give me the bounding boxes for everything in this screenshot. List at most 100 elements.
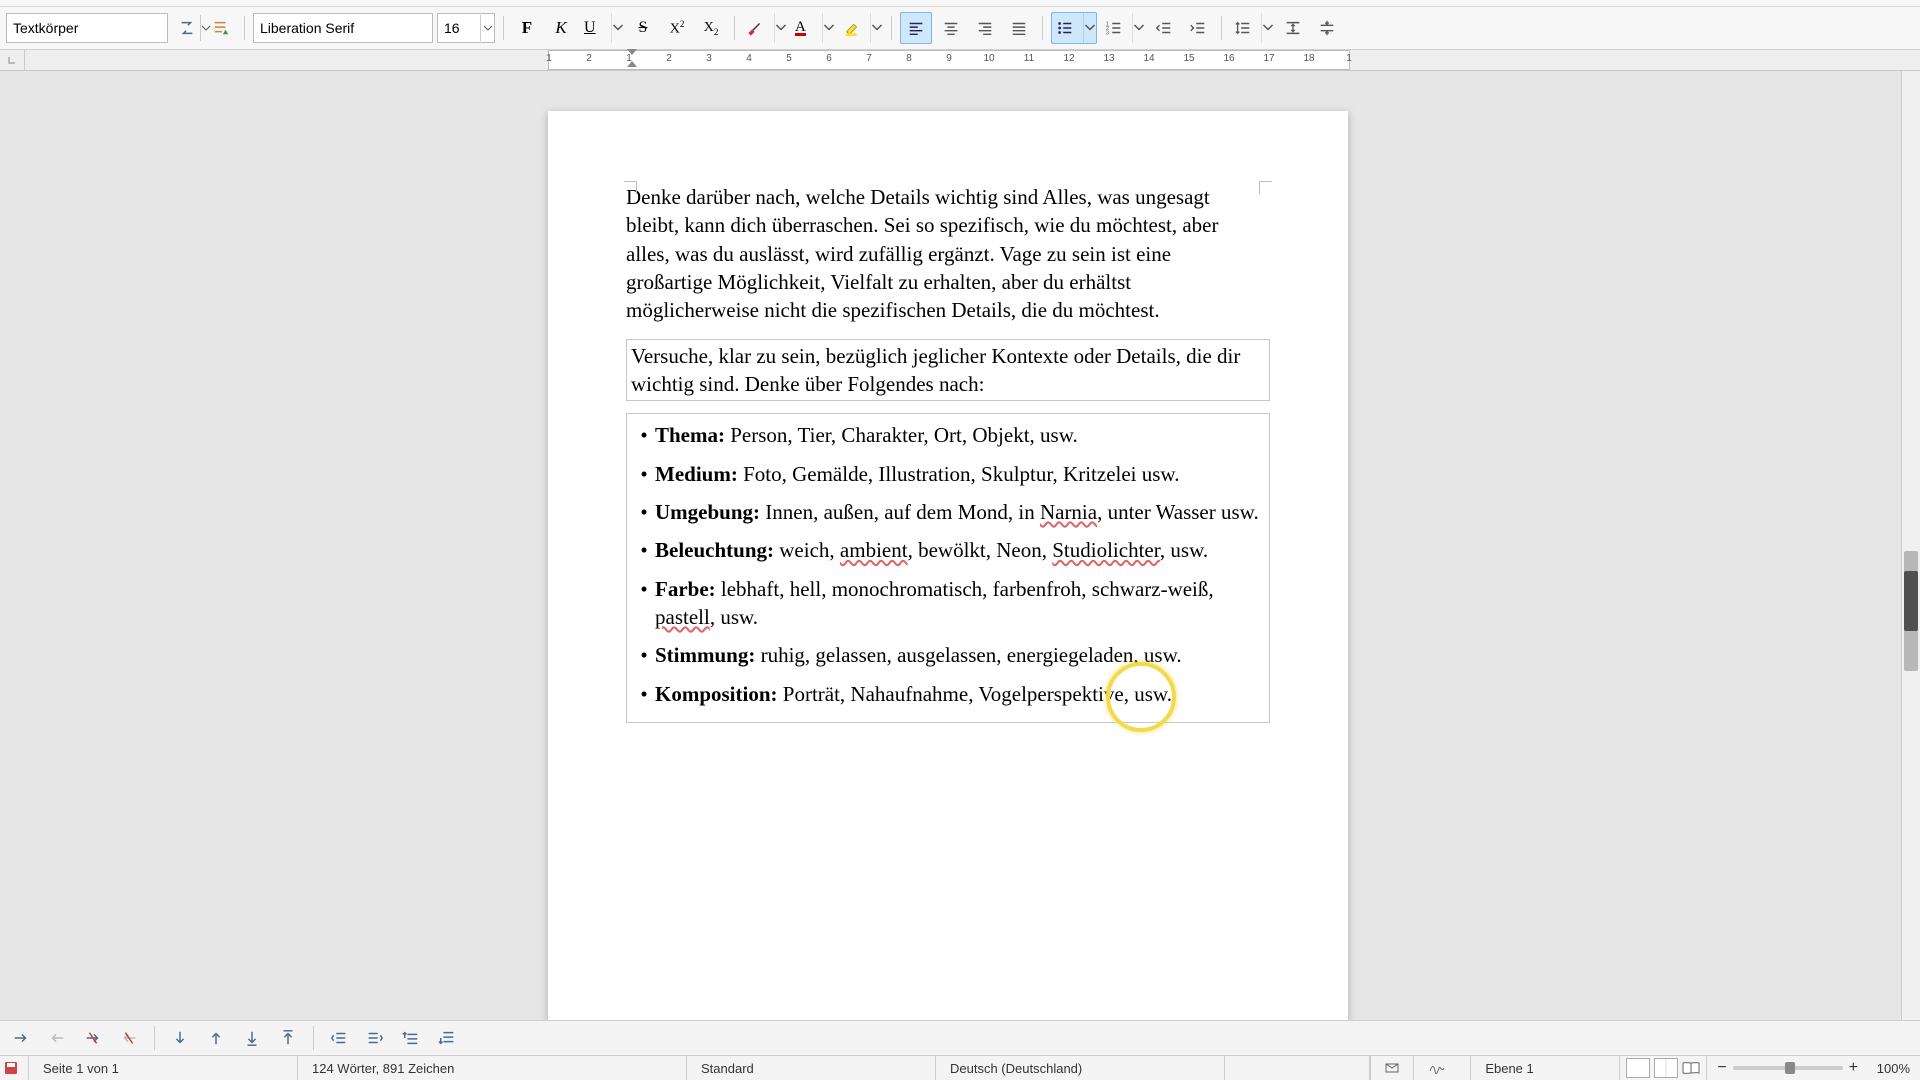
list-item-text[interactable]: Beleuchtung: weich, ambient, bewölkt, Ne… (655, 536, 1263, 564)
back-strike-button[interactable] (114, 1025, 144, 1051)
strikethrough-button[interactable]: S (628, 13, 658, 43)
down-double-button[interactable] (237, 1025, 267, 1051)
bullet-list-frame[interactable]: • Thema: Person, Tier, Charakter, Ort, Ob… (626, 413, 1270, 723)
align-right-button[interactable] (970, 13, 1000, 43)
zoom-slider[interactable] (1733, 1066, 1843, 1070)
indent-button[interactable] (1183, 13, 1213, 43)
zoom-in-button[interactable]: + (1849, 1059, 1858, 1077)
decrease-spacing-button[interactable] (1312, 13, 1342, 43)
font-name-input[interactable] (254, 15, 447, 41)
underline-button[interactable]: U (580, 13, 624, 43)
bullet-icon: • (633, 575, 655, 632)
update-style-button[interactable] (172, 13, 202, 43)
list-item-text[interactable]: Umgebung: Innen, außen, auf dem Mond, in… (655, 498, 1263, 526)
bullet-icon: • (633, 498, 655, 526)
bullet-list-button[interactable] (1051, 12, 1097, 44)
bullet-icon: • (633, 536, 655, 564)
page-count-cell[interactable]: Seite 1 von 1 (29, 1056, 298, 1080)
list-item[interactable]: •Komposition: Porträt, Nahaufnahme, Voge… (633, 680, 1263, 708)
paragraph-style-combo[interactable] (6, 13, 168, 43)
list-item[interactable]: •Umgebung: Innen, außen, auf dem Mond, i… (633, 498, 1263, 526)
separator (891, 16, 892, 40)
paragraph[interactable]: Versuche, klar zu sein, bezüglich jeglic… (631, 344, 1240, 396)
view-buttons (1620, 1056, 1707, 1080)
font-color-dropdown[interactable] (822, 13, 835, 43)
list-item-text[interactable]: Komposition: Porträt, Nahaufnahme, Vogel… (655, 680, 1263, 708)
list-item[interactable]: •Medium: Foto, Gemälde, Illustration, Sk… (633, 460, 1263, 488)
up-double-button[interactable] (273, 1025, 303, 1051)
paragraph[interactable]: Denke darüber nach, welche Details wicht… (626, 183, 1226, 325)
align-left-button[interactable] (900, 12, 932, 44)
font-size-dropdown[interactable] (480, 15, 494, 41)
single-page-view-button[interactable] (1626, 1058, 1650, 1078)
promote-button[interactable] (324, 1025, 354, 1051)
new-style-button[interactable] (206, 13, 236, 43)
align-center-button[interactable] (936, 13, 966, 43)
subscript-button[interactable]: X2 (696, 13, 726, 43)
italic-button[interactable]: K (546, 13, 576, 43)
book-view-button[interactable] (1682, 1061, 1700, 1075)
paragraph-frame[interactable]: Versuche, klar zu sein, bezüglich jeglic… (626, 339, 1270, 402)
page[interactable]: Denke darüber nach, welche Details wicht… (548, 111, 1348, 1020)
highlight-dropdown[interactable] (870, 13, 883, 43)
align-justify-button[interactable] (1004, 13, 1034, 43)
list-item[interactable]: •Farbe: lebhaft, hell, monochromatisch, … (633, 575, 1263, 632)
font-size-input[interactable] (438, 15, 480, 41)
list-item-text[interactable]: Stimmung: ruhig, gelassen, ausgelassen, … (655, 641, 1263, 669)
bullet-list-dropdown[interactable] (1083, 13, 1096, 43)
line-spacing-dropdown[interactable] (1261, 13, 1274, 43)
font-name-combo[interactable] (253, 13, 433, 43)
superscript-button[interactable]: X2 (662, 13, 692, 43)
forward-arrow-button[interactable] (6, 1025, 36, 1051)
insert-mode-cell[interactable] (1370, 1056, 1414, 1080)
zoom-out-button[interactable]: − (1717, 1059, 1726, 1077)
separator (1221, 16, 1222, 40)
horizontal-ruler[interactable]: 121234567891011121314151617181 (548, 50, 1350, 70)
highlight-button[interactable] (839, 13, 883, 43)
signature-cell[interactable] (1414, 1056, 1471, 1080)
list-item-text[interactable]: Medium: Foto, Gemälde, Illustration, Sku… (655, 460, 1263, 488)
move-up-list-button[interactable] (396, 1025, 426, 1051)
zoom-controls: − + 100% (1707, 1059, 1920, 1077)
clear-formatting-button[interactable] (743, 13, 787, 43)
back-arrow-button[interactable] (42, 1025, 72, 1051)
ruler-number: 13 (1103, 53, 1114, 64)
demote-button[interactable] (360, 1025, 390, 1051)
list-item[interactable]: •Stimmung: ruhig, gelassen, ausgelassen,… (633, 641, 1263, 669)
vertical-scrollbar[interactable] (1901, 71, 1920, 1020)
ruler-number: 16 (1223, 53, 1234, 64)
outdent-button[interactable] (1149, 13, 1179, 43)
underline-dropdown[interactable] (611, 13, 624, 43)
ruler-number: 12 (1063, 53, 1074, 64)
ruler-number: 15 (1183, 53, 1194, 64)
page-content[interactable]: Denke darüber nach, welche Details wicht… (626, 183, 1270, 1020)
font-color-button[interactable]: A (791, 13, 835, 43)
page-style-cell[interactable]: Standard (687, 1056, 936, 1080)
up-arrow-button[interactable] (201, 1025, 231, 1051)
increase-spacing-button[interactable] (1278, 13, 1308, 43)
word-count-cell[interactable]: 124 Wörter, 891 Zeichen (298, 1056, 687, 1080)
forward-strike-button[interactable] (78, 1025, 108, 1051)
document-area: Denke darüber nach, welche Details wicht… (0, 71, 1920, 1020)
numbered-list-dropdown[interactable] (1132, 13, 1145, 43)
clear-formatting-dropdown[interactable] (774, 13, 787, 43)
multi-page-view-button[interactable] (1654, 1058, 1678, 1078)
list-item[interactable]: •Beleuchtung: weich, ambient, bewölkt, N… (633, 536, 1263, 564)
line-spacing-button[interactable] (1230, 13, 1274, 43)
font-size-combo[interactable] (437, 13, 495, 43)
margin-corner (624, 181, 637, 194)
save-indicator[interactable] (0, 1056, 29, 1080)
move-down-list-button[interactable] (432, 1025, 462, 1051)
list-item-text[interactable]: Farbe: lebhaft, hell, monochromatisch, f… (655, 575, 1263, 632)
language-cell[interactable]: Deutsch (Deutschland) (936, 1056, 1225, 1080)
ruler-number: 8 (906, 53, 912, 64)
outline-level-cell[interactable]: Ebene 1 (1471, 1056, 1620, 1080)
list-item-text[interactable]: Thema: Person, Tier, Charakter, Ort, Obj… (655, 421, 1263, 449)
zoom-value[interactable]: 100% (1864, 1061, 1910, 1076)
list-item[interactable]: •Thema: Person, Tier, Charakter, Ort, Ob… (633, 421, 1263, 449)
bold-button[interactable]: F (512, 13, 542, 43)
down-arrow-button[interactable] (165, 1025, 195, 1051)
zoom-slider-knob[interactable] (1785, 1062, 1795, 1074)
numbered-list-button[interactable]: 123 (1101, 13, 1145, 43)
scrollbar-thumb-inner[interactable] (1904, 571, 1918, 631)
